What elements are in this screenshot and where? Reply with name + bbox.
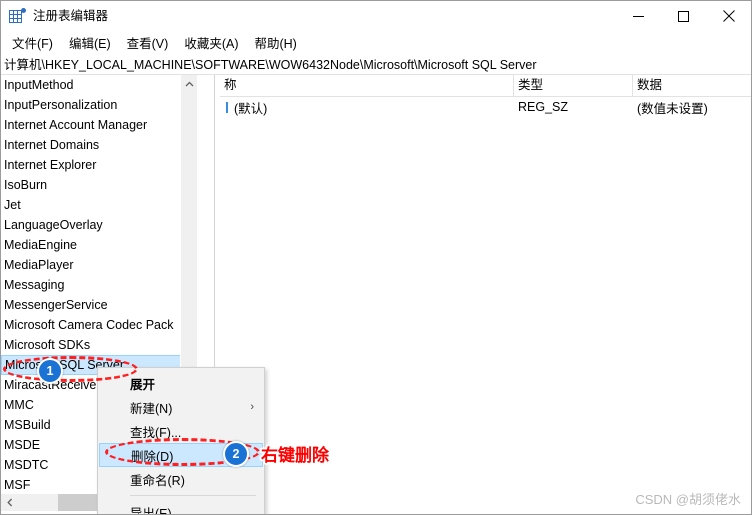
- values-column-header: 称 类型 数据: [220, 75, 751, 97]
- registry-grid-icon: [9, 8, 26, 24]
- tree-item[interactable]: Microsoft Camera Codec Pack: [1, 315, 197, 335]
- tree-item[interactable]: InputPersonalization: [1, 95, 197, 115]
- maximize-icon: [678, 10, 689, 22]
- tree-item[interactable]: Internet Explorer: [1, 155, 197, 175]
- menu-favorites[interactable]: 收藏夹(A): [176, 31, 246, 54]
- column-header-type[interactable]: 类型: [514, 75, 633, 96]
- tree-item[interactable]: LanguageOverlay: [1, 215, 197, 235]
- menu-view[interactable]: 查看(V): [119, 31, 177, 54]
- context-menu-item-export[interactable]: 导出(E): [98, 500, 264, 515]
- tree-item[interactable]: Internet Account Manager: [1, 115, 197, 135]
- menu-help[interactable]: 帮助(H): [246, 31, 304, 54]
- value-type-cell: REG_SZ: [518, 100, 569, 114]
- tree-item[interactable]: Jet: [1, 195, 197, 215]
- context-menu-item-find[interactable]: 查找(F)...: [98, 419, 264, 443]
- annotation-badge-2: 2: [223, 441, 249, 467]
- annotation-badge-1: 1: [37, 358, 63, 384]
- column-header-name[interactable]: 称: [220, 75, 514, 96]
- maximize-button[interactable]: [661, 1, 706, 31]
- chevron-up-icon[interactable]: [181, 75, 197, 92]
- close-button[interactable]: [706, 1, 751, 31]
- window-title: 注册表编辑器: [33, 9, 109, 23]
- context-menu-separator: [130, 495, 256, 496]
- minimize-button[interactable]: [616, 1, 661, 31]
- minimize-icon: [633, 15, 644, 17]
- menu-edit[interactable]: 编辑(E): [61, 31, 119, 54]
- title-bar: 注册表编辑器: [1, 1, 751, 31]
- context-menu-item-expand[interactable]: 展开: [98, 371, 264, 395]
- context-menu-item-rename[interactable]: 重命名(R): [98, 467, 264, 491]
- value-name-cell: (默认): [220, 98, 514, 117]
- string-value-icon: [224, 101, 232, 113]
- chevron-right-icon: ›: [250, 401, 254, 413]
- context-menu-item-new-label: 新建(N): [130, 401, 173, 416]
- value-row[interactable]: (默认) REG_SZ (数值未设置): [220, 97, 751, 117]
- column-header-data[interactable]: 数据: [633, 75, 751, 96]
- registry-editor-window: 注册表编辑器 文件(F) 编辑(E) 查看(V) 收藏夹(A) 帮助(H) 计算…: [0, 0, 752, 515]
- tree-item[interactable]: Microsoft SDKs: [1, 335, 197, 355]
- registry-path: 计算机\HKEY_LOCAL_MACHINE\SOFTWARE\WOW6432N…: [4, 58, 537, 72]
- address-bar[interactable]: 计算机\HKEY_LOCAL_MACHINE\SOFTWARE\WOW6432N…: [1, 53, 751, 75]
- close-icon: [722, 10, 735, 22]
- menu-file[interactable]: 文件(F): [4, 31, 61, 54]
- tree-item[interactable]: Messaging: [1, 275, 197, 295]
- watermark: CSDN @胡须佬水: [635, 492, 741, 507]
- window-controls: [616, 1, 751, 31]
- tree-item[interactable]: MediaPlayer: [1, 255, 197, 275]
- tree-item[interactable]: InputMethod: [1, 75, 197, 95]
- chevron-left-icon[interactable]: [1, 494, 18, 511]
- context-menu-item-new[interactable]: 新建(N) ›: [98, 395, 264, 419]
- tree-item[interactable]: MediaEngine: [1, 235, 197, 255]
- annotation-note-right-click-delete: 右键删除: [261, 446, 329, 465]
- tree-item[interactable]: Internet Domains: [1, 135, 197, 155]
- value-data-cell: (数值未设置): [637, 101, 708, 116]
- menu-bar: 文件(F) 编辑(E) 查看(V) 收藏夹(A) 帮助(H): [1, 31, 751, 53]
- tree-item[interactable]: IsoBurn: [1, 175, 197, 195]
- tree-item[interactable]: MessengerService: [1, 295, 197, 315]
- value-name-text: (默认): [234, 101, 268, 116]
